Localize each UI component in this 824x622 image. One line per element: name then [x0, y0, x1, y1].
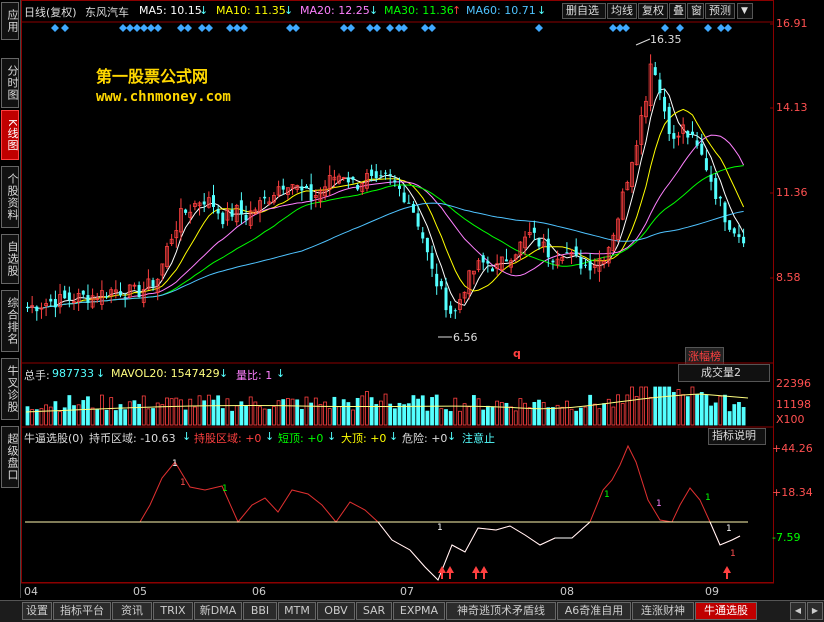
attention-label: 注意止: [462, 432, 495, 445]
volume-indicator-dropdown[interactable]: 成交量2: [678, 364, 770, 382]
tab-diagnosis[interactable]: 牛叉诊股: [1, 358, 19, 420]
indicator-name: 牛逼选股(0): [24, 432, 84, 445]
tab-order-book[interactable]: 超级盘口: [1, 426, 19, 488]
tab-a6[interactable]: A6奇准自用: [557, 602, 631, 620]
chart-frame: [21, 0, 774, 583]
x-axis-label: 07: [400, 585, 414, 598]
watermark-title: 第一股票公式网: [96, 67, 209, 86]
ma-button[interactable]: 均线: [607, 3, 637, 19]
ma60-label: MA60: 10.71: [466, 4, 536, 17]
indicator-help-button[interactable]: 指标说明: [708, 428, 766, 445]
scroll-left-button[interactable]: ◀: [790, 602, 806, 620]
ma10-label: MA10: 11.35: [216, 4, 286, 17]
left-vertical-tab-bar: 应用 分时图 K线图 个股资料 自选股 综合排名 牛叉诊股 超级盘口: [0, 0, 21, 598]
tab-new-dma[interactable]: 新DMA: [194, 602, 242, 620]
tab-consecutive-gain[interactable]: 连涨财神: [632, 602, 694, 620]
volume-total-arrow: ↓: [96, 367, 106, 380]
x-axis-label: 05: [133, 585, 147, 598]
price-axis-label: 16.91: [776, 17, 808, 30]
short-top-arrow: ↓: [327, 430, 337, 443]
overlay-button[interactable]: 叠: [669, 3, 686, 19]
tab-news[interactable]: 资讯: [112, 602, 152, 620]
tab-stock-info[interactable]: 个股资料: [1, 166, 19, 228]
restore-rights-button[interactable]: 复权: [638, 3, 668, 19]
scroll-right-button[interactable]: ▶: [807, 602, 823, 620]
big-top-label: 大顶: +0: [341, 432, 387, 445]
window-button[interactable]: 窗: [687, 3, 704, 19]
q-marker: q: [513, 347, 521, 360]
tab-sar[interactable]: SAR: [356, 602, 392, 620]
stock-name: 东风汽车: [85, 6, 129, 19]
tab-watchlist[interactable]: 自选股: [1, 234, 19, 284]
forecast-button[interactable]: 预测: [705, 3, 735, 19]
tab-ranking[interactable]: 综合排名: [1, 290, 19, 352]
volume-total-value: 987733: [52, 367, 94, 380]
x-axis-label: 06: [252, 585, 266, 598]
tab-intraday[interactable]: 分时图: [1, 58, 19, 108]
ma10-arrow: ↓: [284, 4, 294, 17]
ma30-arrow: ↑: [452, 4, 462, 17]
tab-trix[interactable]: TRIX: [153, 602, 193, 620]
hold-cash-label: 持币区域: -10.63: [89, 432, 176, 445]
x-axis-label: 04: [24, 585, 38, 598]
top-gainers-badge: 涨幅榜: [685, 347, 724, 365]
volume-axis-label: 11198: [776, 398, 811, 411]
big-top-arrow: ↓: [389, 430, 399, 443]
x-axis-label: 08: [560, 585, 574, 598]
tab-indicator-platform[interactable]: 指标平台: [53, 602, 111, 620]
tab-niutong-select[interactable]: 牛通选股: [695, 602, 757, 620]
tab-escape-top[interactable]: 神奇逃顶术矛盾线: [446, 602, 556, 620]
mavol20-arrow: ↓: [219, 367, 229, 380]
hold-cash-arrow: ↓: [182, 430, 192, 443]
header-menu-arrow[interactable]: ▼: [737, 3, 753, 19]
x-axis-label: 09: [705, 585, 719, 598]
volume-axis-label: 22396: [776, 377, 811, 390]
tab-obv[interactable]: OBV: [317, 602, 355, 620]
remove-watchlist-button[interactable]: 删自选: [562, 3, 606, 19]
danger-arrow: ↓: [447, 430, 457, 443]
indicator-axis-label: -7.59: [772, 531, 801, 544]
ma5-label: MA5: 10.15: [139, 4, 202, 17]
mavol20-label: MAVOL20: 1547429: [111, 367, 220, 380]
tab-settings[interactable]: 设置: [22, 602, 52, 620]
volume-total-label: 总手:: [24, 369, 50, 382]
ma60-arrow: ↓: [537, 4, 547, 17]
volume-ratio-label: 量比: 1: [236, 369, 273, 382]
tab-bbi[interactable]: BBI: [243, 602, 277, 620]
tab-apply[interactable]: 应用: [1, 2, 19, 40]
low-price-annotation: 6.56: [453, 331, 478, 344]
hold-stock-arrow: ↓: [265, 430, 275, 443]
tab-kline[interactable]: K线图: [1, 110, 19, 160]
price-axis-label: 11.36: [776, 186, 808, 199]
ma30-label: MA30: 11.36: [384, 4, 454, 17]
ma20-arrow: ↓: [369, 4, 379, 17]
price-axis-label: 8.58: [776, 271, 801, 284]
short-top-label: 短顶: +0: [278, 432, 324, 445]
ma5-arrow: ↓: [199, 4, 209, 17]
indicator-axis-label: +18.34: [772, 486, 813, 499]
chart-type-label: 日线(复权): [24, 6, 77, 19]
price-axis-label: 14.13: [776, 101, 808, 114]
indicator-axis-label: +44.26: [772, 442, 813, 455]
high-price-annotation: 16.35: [650, 33, 682, 46]
bottom-indicator-tab-bar: 设置 指标平台 资讯 TRIX 新DMA BBI MTM OBV SAR EXP…: [0, 600, 824, 622]
volume-ratio-arrow: ↓: [276, 367, 286, 380]
danger-label: 危险: +0: [402, 432, 448, 445]
ma20-label: MA20: 12.25: [300, 4, 370, 17]
watermark-url: www.chnmoney.com: [96, 89, 231, 105]
hold-stock-label: 持股区域: +0: [194, 432, 262, 445]
tab-mtm[interactable]: MTM: [278, 602, 316, 620]
tab-expma[interactable]: EXPMA: [393, 602, 445, 620]
volume-unit-label: X100: [776, 413, 805, 426]
